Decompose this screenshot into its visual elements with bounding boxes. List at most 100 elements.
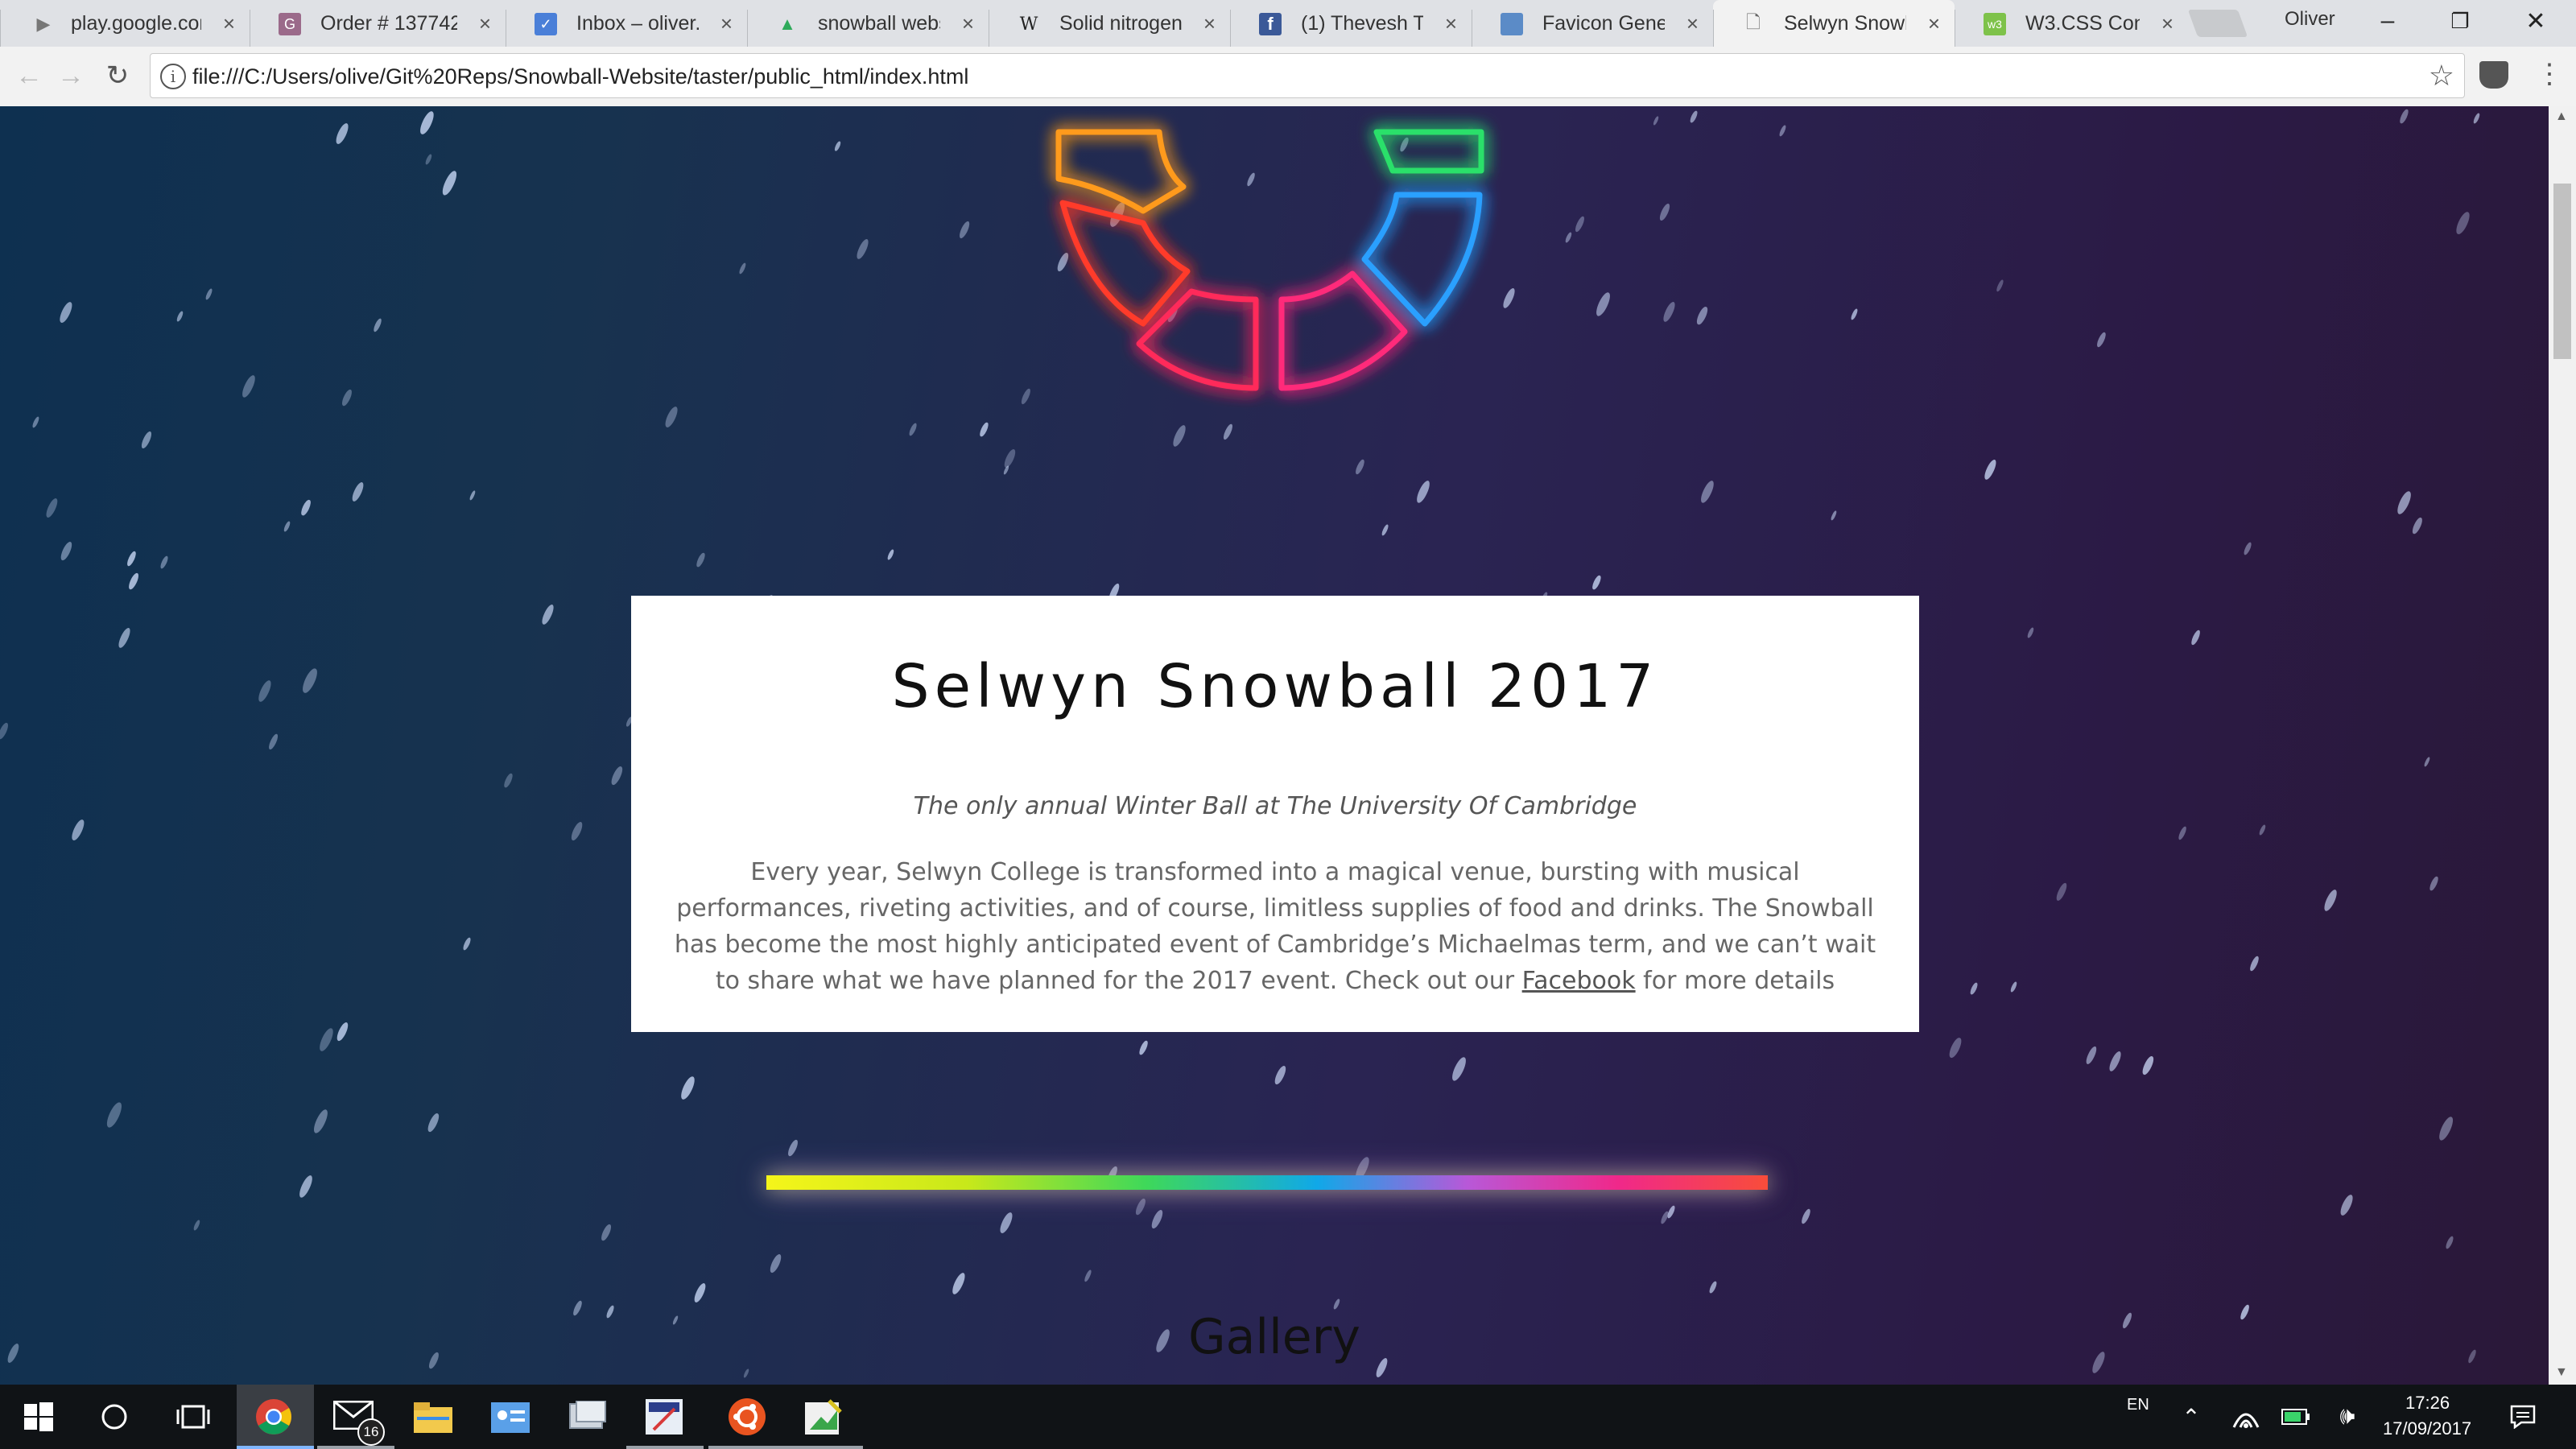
wifi-icon[interactable]: [2225, 1396, 2267, 1438]
language-indicator[interactable]: EN: [2127, 1396, 2149, 1414]
snowflake: [469, 489, 477, 502]
scrollbar-thumb[interactable]: [2553, 184, 2571, 359]
snowflake: [833, 140, 842, 152]
close-icon[interactable]: ×: [1928, 12, 1940, 35]
snowflake: [283, 520, 291, 533]
windows-start-icon[interactable]: [18, 1396, 60, 1438]
address-bar[interactable]: i file:///C:/Users/olive/Git%20Reps/Snow…: [150, 53, 2465, 98]
snowflake: [1149, 1208, 1165, 1230]
close-icon[interactable]: ×: [479, 12, 491, 35]
snowflake: [2444, 1235, 2455, 1250]
taskbar-app-gray[interactable]: [549, 1385, 626, 1449]
battery-icon[interactable]: [2275, 1396, 2317, 1438]
close-icon[interactable]: ×: [1445, 12, 1457, 35]
wikipedia-icon: W: [1019, 14, 1038, 35]
snowflake: [1657, 202, 1672, 222]
intro-paragraph: Every year, Selwyn College is transforme…: [673, 854, 1877, 999]
tab-selwyn-snowball[interactable]: 🗋 Selwyn Snowball ×: [1713, 0, 1955, 47]
browser-toolbar: ← → ↻ i file:///C:/Users/olive/Git%20Rep…: [0, 47, 2576, 107]
snowflake: [1969, 981, 1979, 996]
taskbar-app-green[interactable]: [786, 1385, 863, 1449]
page-viewport[interactable]: Selwyn Snowball 2017 The only annual Win…: [0, 106, 2549, 1385]
snowflake: [1652, 115, 1660, 126]
menu-icon[interactable]: ⋮: [2536, 58, 2563, 90]
forward-icon[interactable]: →: [53, 58, 89, 93]
intro-card: Selwyn Snowball 2017 The only annual Win…: [631, 596, 1919, 1032]
snowflake: [2242, 541, 2253, 556]
tab-wikipedia[interactable]: W Solid nitrogen - ×: [989, 0, 1230, 47]
folder-icon: [414, 1402, 452, 1433]
restore-icon[interactable]: ❐: [2436, 5, 2484, 37]
page-scrollbar[interactable]: ▲ ▼: [2549, 106, 2576, 1385]
close-icon[interactable]: ×: [1686, 12, 1699, 35]
mail-check-icon: ✓: [535, 13, 557, 35]
volume-icon[interactable]: 🕪: [2326, 1396, 2368, 1438]
tab-label: Selwyn Snowball: [1784, 11, 1906, 35]
facebook-link[interactable]: Facebook: [1522, 967, 1636, 995]
snowflake: [663, 404, 680, 429]
w3-icon: w3: [1984, 13, 2006, 35]
taskbar-file-explorer[interactable]: [394, 1385, 472, 1449]
tab-w3css[interactable]: w3 W3.CSS Contain ×: [1955, 0, 2188, 47]
reload-icon[interactable]: ↻: [100, 58, 135, 93]
tab-inbox[interactable]: ✓ Inbox – oliver.bl ×: [506, 0, 747, 47]
snowball-logo: [1055, 129, 1484, 391]
profile-name[interactable]: Oliver: [2285, 8, 2335, 31]
scroll-up-icon[interactable]: ▲: [2555, 109, 2568, 124]
cortana-search-icon[interactable]: [93, 1396, 135, 1438]
snowflake: [256, 679, 274, 704]
taskbar-ubuntu[interactable]: [708, 1385, 786, 1449]
ubuntu-icon: [729, 1398, 766, 1435]
snowflake: [417, 109, 436, 135]
tab-favicon-generator[interactable]: Favicon Generat ×: [1472, 0, 1713, 47]
snowflake: [2427, 875, 2440, 893]
bookmark-star-icon[interactable]: ☆: [2429, 59, 2454, 93]
snowflake: [103, 1100, 124, 1129]
clock-time[interactable]: 17:26: [2405, 1393, 2450, 1414]
snowflake: [299, 498, 313, 517]
snowflake: [1133, 1197, 1147, 1216]
taskbar-chrome[interactable]: [237, 1385, 314, 1449]
snowflake: [768, 1253, 783, 1274]
pocket-icon[interactable]: [2479, 61, 2508, 89]
tab-order[interactable]: G Order # 137742 ×: [250, 0, 506, 47]
tab-label: play.google.com: [71, 11, 201, 35]
image-icon: [1501, 13, 1523, 35]
url-text[interactable]: file:///C:/Users/olive/Git%20Reps/Snowba…: [192, 64, 968, 89]
close-icon[interactable]: ×: [1203, 12, 1216, 35]
minimize-icon[interactable]: –: [2363, 5, 2412, 37]
tab-facebook[interactable]: f (1) Thevesh The ×: [1230, 0, 1472, 47]
tab-label: Inbox – oliver.bl: [576, 11, 699, 35]
new-tab-button[interactable]: [2187, 10, 2248, 37]
sheet-app-icon: [805, 1399, 842, 1435]
cta-prefix: Check out our: [1344, 967, 1515, 995]
snowflake: [2177, 825, 2188, 842]
rainbow-divider: [766, 1175, 1768, 1190]
scroll-down-icon[interactable]: ▼: [2555, 1365, 2568, 1380]
snowflake: [31, 415, 41, 429]
back-icon[interactable]: ←: [11, 58, 47, 93]
notification-center-icon[interactable]: [2502, 1396, 2544, 1438]
snowflake: [2026, 626, 2035, 639]
taskbar-mail[interactable]: 16: [317, 1385, 394, 1449]
snowflake: [2084, 1045, 2099, 1066]
snowflake: [1850, 308, 1860, 321]
clock-date[interactable]: 17/09/2017: [2383, 1418, 2471, 1439]
close-icon[interactable]: ×: [223, 12, 235, 35]
tab-play-google[interactable]: ▶ play.google.com ×: [0, 0, 250, 47]
snowflake: [311, 1108, 331, 1135]
chevron-up-icon[interactable]: ⌃: [2170, 1396, 2212, 1438]
tab-drive[interactable]: ▲ snowball website ×: [747, 0, 989, 47]
close-icon[interactable]: ×: [962, 12, 974, 35]
taskbar-app-blue[interactable]: [472, 1385, 549, 1449]
close-window-icon[interactable]: ✕: [2512, 5, 2560, 37]
snowflake: [1661, 300, 1678, 324]
chrome-icon: [256, 1399, 291, 1435]
close-icon[interactable]: ×: [720, 12, 733, 35]
gallery-heading: Gallery: [1188, 1309, 1360, 1365]
close-icon[interactable]: ×: [2161, 12, 2174, 35]
snowflake: [886, 548, 895, 560]
taskbar-app-editor[interactable]: [626, 1385, 704, 1449]
info-icon[interactable]: i: [160, 64, 186, 89]
task-view-icon[interactable]: [172, 1396, 214, 1438]
